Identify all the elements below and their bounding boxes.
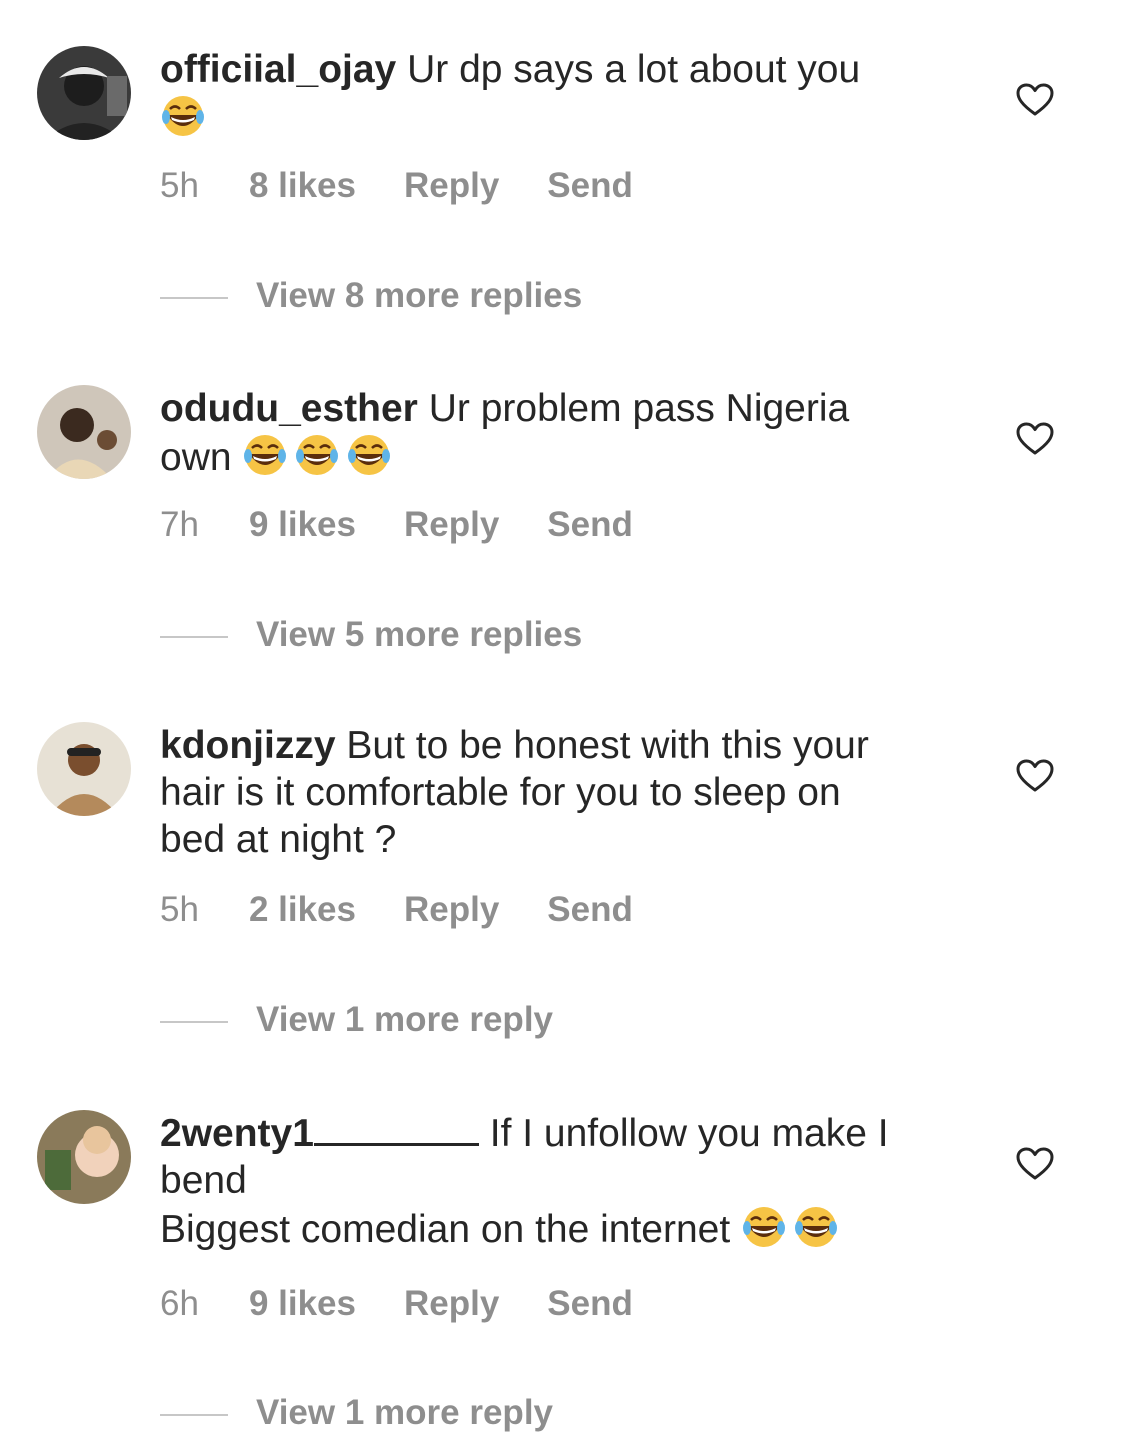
comment-meta: 5h 8 likes Reply Send — [160, 166, 681, 206]
reply-button[interactable]: Reply — [404, 890, 499, 930]
comment-text-line: bend — [160, 1159, 247, 1202]
comment-text: 2wenty1 If I unfollow you make I bend Bi… — [160, 1110, 960, 1253]
laughing-emoji-icon — [741, 1204, 787, 1250]
comment-username[interactable]: kdonjizzy — [160, 724, 336, 767]
likes-count-button[interactable]: 9 likes — [249, 1284, 356, 1324]
reply-button[interactable]: Reply — [404, 1284, 499, 1324]
reply-button[interactable]: Reply — [404, 505, 499, 545]
comment-meta: 7h 9 likes Reply Send — [160, 505, 681, 545]
view-replies-label: View 1 more reply — [256, 1393, 554, 1432]
comment-body: 2wenty1 If I unfollow you make I bend Bi… — [160, 1110, 960, 1253]
reply-button[interactable]: Reply — [404, 166, 499, 206]
comment-text: kdonjizzy But to be honest with this you… — [160, 722, 960, 863]
view-replies-label: View 5 more replies — [256, 615, 583, 654]
view-replies-label: View 1 more reply — [256, 1000, 554, 1039]
comment-text-line: bed at night ? — [160, 818, 397, 861]
view-replies-button[interactable]: View 8 more replies — [160, 276, 582, 316]
like-heart-icon[interactable] — [1016, 759, 1054, 793]
comment-text: odudu_esther Ur problem pass Nigeria own — [160, 385, 960, 481]
view-replies-button[interactable]: View 1 more reply — [160, 1000, 553, 1040]
comment-body: officiial_ojay Ur dp says a lot about yo… — [160, 46, 960, 142]
comment-text-line: hair is it comfortable for you to sleep … — [160, 771, 841, 814]
laughing-emoji-icon — [160, 93, 206, 139]
laughing-emoji-icon — [294, 432, 340, 478]
replies-divider — [160, 296, 228, 299]
likes-count-button[interactable]: 8 likes — [249, 166, 356, 206]
comment-meta: 5h 2 likes Reply Send — [160, 890, 681, 930]
comment-meta: 6h 9 likes Reply Send — [160, 1284, 681, 1324]
replies-divider — [160, 1020, 228, 1023]
replies-divider — [160, 635, 228, 638]
view-replies-button[interactable]: View 5 more replies — [160, 615, 582, 655]
avatar[interactable] — [37, 1110, 131, 1204]
comment-time: 5h — [160, 166, 199, 205]
comments-list: officiial_ojay Ur dp says a lot about yo… — [0, 0, 1125, 1444]
comment-body: odudu_esther Ur problem pass Nigeria own — [160, 385, 960, 481]
likes-count-button[interactable]: 2 likes — [249, 890, 356, 930]
comment-text-line: Ur dp says a lot about you — [407, 48, 861, 91]
comment-username[interactable]: officiial_ojay — [160, 48, 396, 91]
comment-text-line: Biggest comedian on the internet — [160, 1208, 731, 1251]
avatar[interactable] — [37, 722, 131, 816]
comment-text: officiial_ojay Ur dp says a lot about yo… — [160, 46, 960, 142]
comment-username[interactable]: odudu_esther — [160, 387, 418, 430]
comment-time: 5h — [160, 890, 199, 929]
username-underscores — [313, 1117, 479, 1146]
send-button[interactable]: Send — [547, 890, 633, 930]
comment-body: kdonjizzy But to be honest with this you… — [160, 722, 960, 863]
comment-time: 6h — [160, 1284, 199, 1323]
comment-time: 7h — [160, 505, 199, 544]
likes-count-button[interactable]: 9 likes — [249, 505, 356, 545]
view-replies-button[interactable]: View 1 more reply — [160, 1393, 553, 1433]
avatar[interactable] — [37, 46, 131, 140]
like-heart-icon[interactable] — [1016, 1147, 1054, 1181]
view-replies-label: View 8 more replies — [256, 276, 583, 315]
like-heart-icon[interactable] — [1016, 422, 1054, 456]
comment-text-line: Ur problem pass Nigeria — [428, 387, 850, 430]
laughing-emoji-icon — [793, 1204, 839, 1250]
send-button[interactable]: Send — [547, 1284, 633, 1324]
comment-text-line: If I unfollow you make I — [489, 1112, 889, 1155]
replies-divider — [160, 1413, 228, 1416]
like-heart-icon[interactable] — [1016, 83, 1054, 117]
avatar[interactable] — [37, 385, 131, 479]
comment-text-line: But to be honest with this your — [346, 724, 869, 767]
comment-text-line: own — [160, 436, 232, 479]
laughing-emoji-icon — [242, 432, 288, 478]
laughing-emoji-icon — [346, 432, 392, 478]
comment-username[interactable]: 2wenty1 — [160, 1112, 314, 1155]
send-button[interactable]: Send — [547, 505, 633, 545]
send-button[interactable]: Send — [547, 166, 633, 206]
